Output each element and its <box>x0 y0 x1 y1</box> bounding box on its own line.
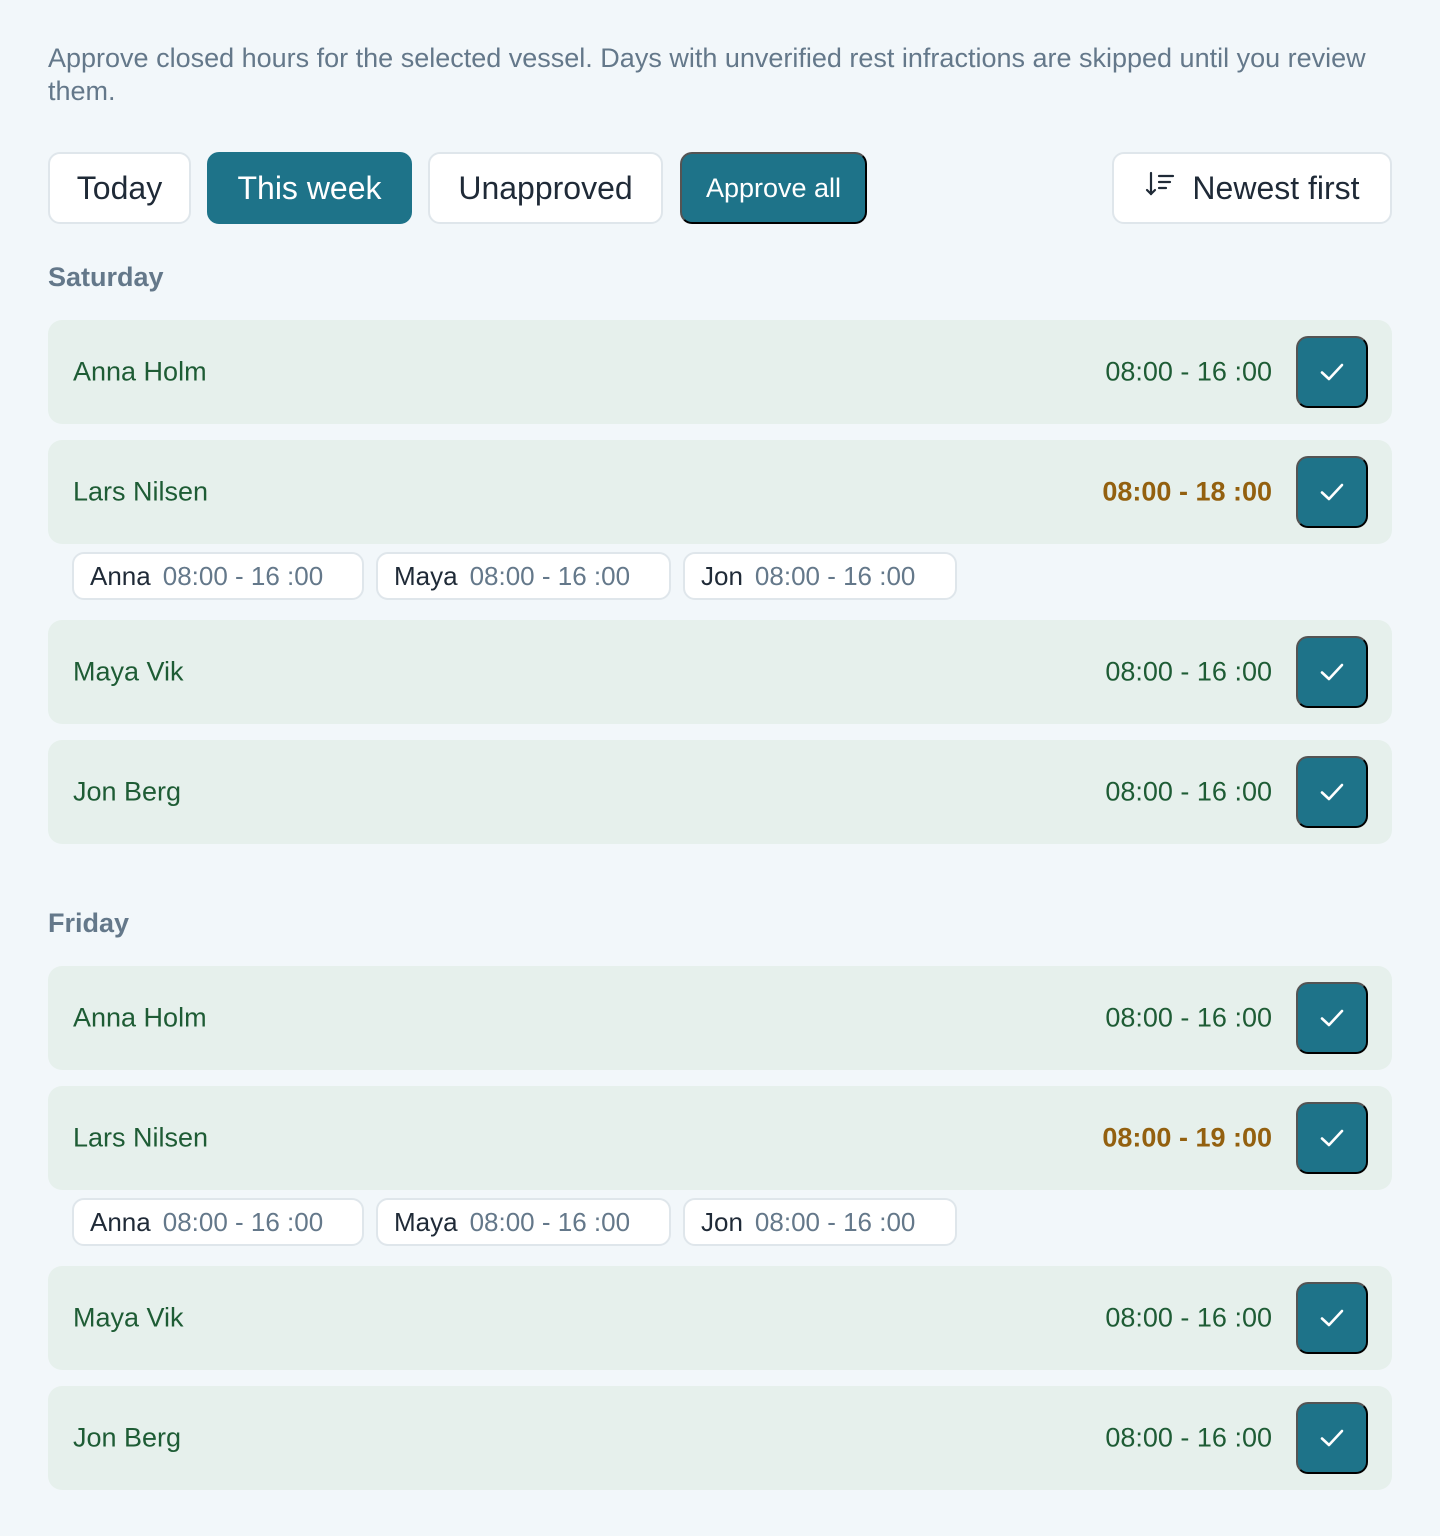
checkmark-icon <box>1317 357 1347 387</box>
crew-hours-row: Maya Vik 08:00 - 16 :00 <box>48 620 1392 724</box>
approve-row-button[interactable] <box>1296 1102 1368 1174</box>
filter-this-week-button[interactable]: This week <box>207 152 412 224</box>
overlap-chip: Anna 08:00 - 16 :00 <box>72 552 364 600</box>
crew-name: Maya Vik <box>73 1302 184 1333</box>
approve-row-button[interactable] <box>1296 756 1368 828</box>
chip-hours: 08:00 - 16 :00 <box>469 560 631 591</box>
checkmark-icon <box>1317 657 1347 687</box>
crew-hours-row: Lars Nilsen 08:00 - 18 :00 <box>48 440 1392 544</box>
chip-crew-name: Maya <box>394 1206 458 1237</box>
day-label: Friday <box>48 908 130 938</box>
approve-row-button[interactable] <box>1296 636 1368 708</box>
chip-hours: 08:00 - 16 :00 <box>162 1206 324 1237</box>
checkmark-icon <box>1317 1423 1347 1453</box>
chip-crew-name: Maya <box>394 560 458 591</box>
sort-descending-icon <box>1144 168 1176 208</box>
crew-name: Anna Holm <box>73 356 207 387</box>
filter-today-button[interactable]: Today <box>48 152 191 224</box>
hours-range-warning: 08:00 - 18 :00 <box>1102 476 1272 507</box>
intro-text: Approve closed hours for the selected ve… <box>48 43 1366 106</box>
checkmark-icon <box>1317 1123 1347 1153</box>
sort-button[interactable]: Newest first <box>1112 152 1392 224</box>
overlap-chip: Jon 08:00 - 16 :00 <box>683 552 957 600</box>
hours-range: 08:00 - 16 :00 <box>1105 1002 1272 1033</box>
chip-crew-name: Anna <box>90 560 151 591</box>
approve-row-button[interactable] <box>1296 1282 1368 1354</box>
chip-crew-name: Jon <box>701 1206 743 1237</box>
chip-crew-name: Jon <box>701 560 743 591</box>
crew-hours-row: Anna Holm 08:00 - 16 :00 <box>48 966 1392 1070</box>
chip-hours: 08:00 - 16 :00 <box>162 560 324 591</box>
crew-hours-row: Jon Berg 08:00 - 16 :00 <box>48 1386 1392 1490</box>
day-label: Saturday <box>48 262 164 292</box>
chip-hours: 08:00 - 16 :00 <box>754 560 916 591</box>
checkmark-icon <box>1317 477 1347 507</box>
overlap-chip: Anna 08:00 - 16 :00 <box>72 1198 364 1246</box>
approve-row-button[interactable] <box>1296 982 1368 1054</box>
chip-hours: 08:00 - 16 :00 <box>754 1206 916 1237</box>
crew-name: Anna Holm <box>73 1002 207 1033</box>
approve-row-button[interactable] <box>1296 456 1368 528</box>
sort-label: Newest first <box>1192 169 1360 206</box>
crew-hours-row: Maya Vik 08:00 - 16 :00 <box>48 1266 1392 1370</box>
chip-crew-name: Anna <box>90 1206 151 1237</box>
overlap-chip: Maya 08:00 - 16 :00 <box>376 552 671 600</box>
checkmark-icon <box>1317 777 1347 807</box>
hours-range: 08:00 - 16 :00 <box>1105 356 1272 387</box>
approve-row-button[interactable] <box>1296 336 1368 408</box>
hours-range: 08:00 - 16 :00 <box>1105 1302 1272 1333</box>
hours-range: 08:00 - 16 :00 <box>1105 1422 1272 1453</box>
crew-hours-row: Lars Nilsen 08:00 - 19 :00 <box>48 1086 1392 1190</box>
checkmark-icon <box>1317 1303 1347 1333</box>
checkmark-icon <box>1317 1003 1347 1033</box>
crew-name: Lars Nilsen <box>73 476 209 507</box>
chip-hours: 08:00 - 16 :00 <box>469 1206 631 1237</box>
overlap-chip: Jon 08:00 - 16 :00 <box>683 1198 957 1246</box>
crew-hours-row: Anna Holm 08:00 - 16 :00 <box>48 320 1392 424</box>
overlap-chip: Maya 08:00 - 16 :00 <box>376 1198 671 1246</box>
crew-name: Lars Nilsen <box>73 1122 209 1153</box>
filter-unapproved-button[interactable]: Unapproved <box>428 152 663 224</box>
crew-hours-row: Jon Berg 08:00 - 16 :00 <box>48 740 1392 844</box>
hours-range: 08:00 - 16 :00 <box>1105 776 1272 807</box>
approve-row-button[interactable] <box>1296 1402 1368 1474</box>
hours-approval-page: Approve closed hours for the selected ve… <box>0 0 1440 1536</box>
hours-range-warning: 08:00 - 19 :00 <box>1102 1122 1272 1153</box>
hours-range: 08:00 - 16 :00 <box>1105 656 1272 687</box>
crew-name: Maya Vik <box>73 656 184 687</box>
approve-all-button[interactable]: Approve all <box>680 152 867 224</box>
crew-name: Jon Berg <box>73 776 182 807</box>
crew-name: Jon Berg <box>73 1422 182 1453</box>
